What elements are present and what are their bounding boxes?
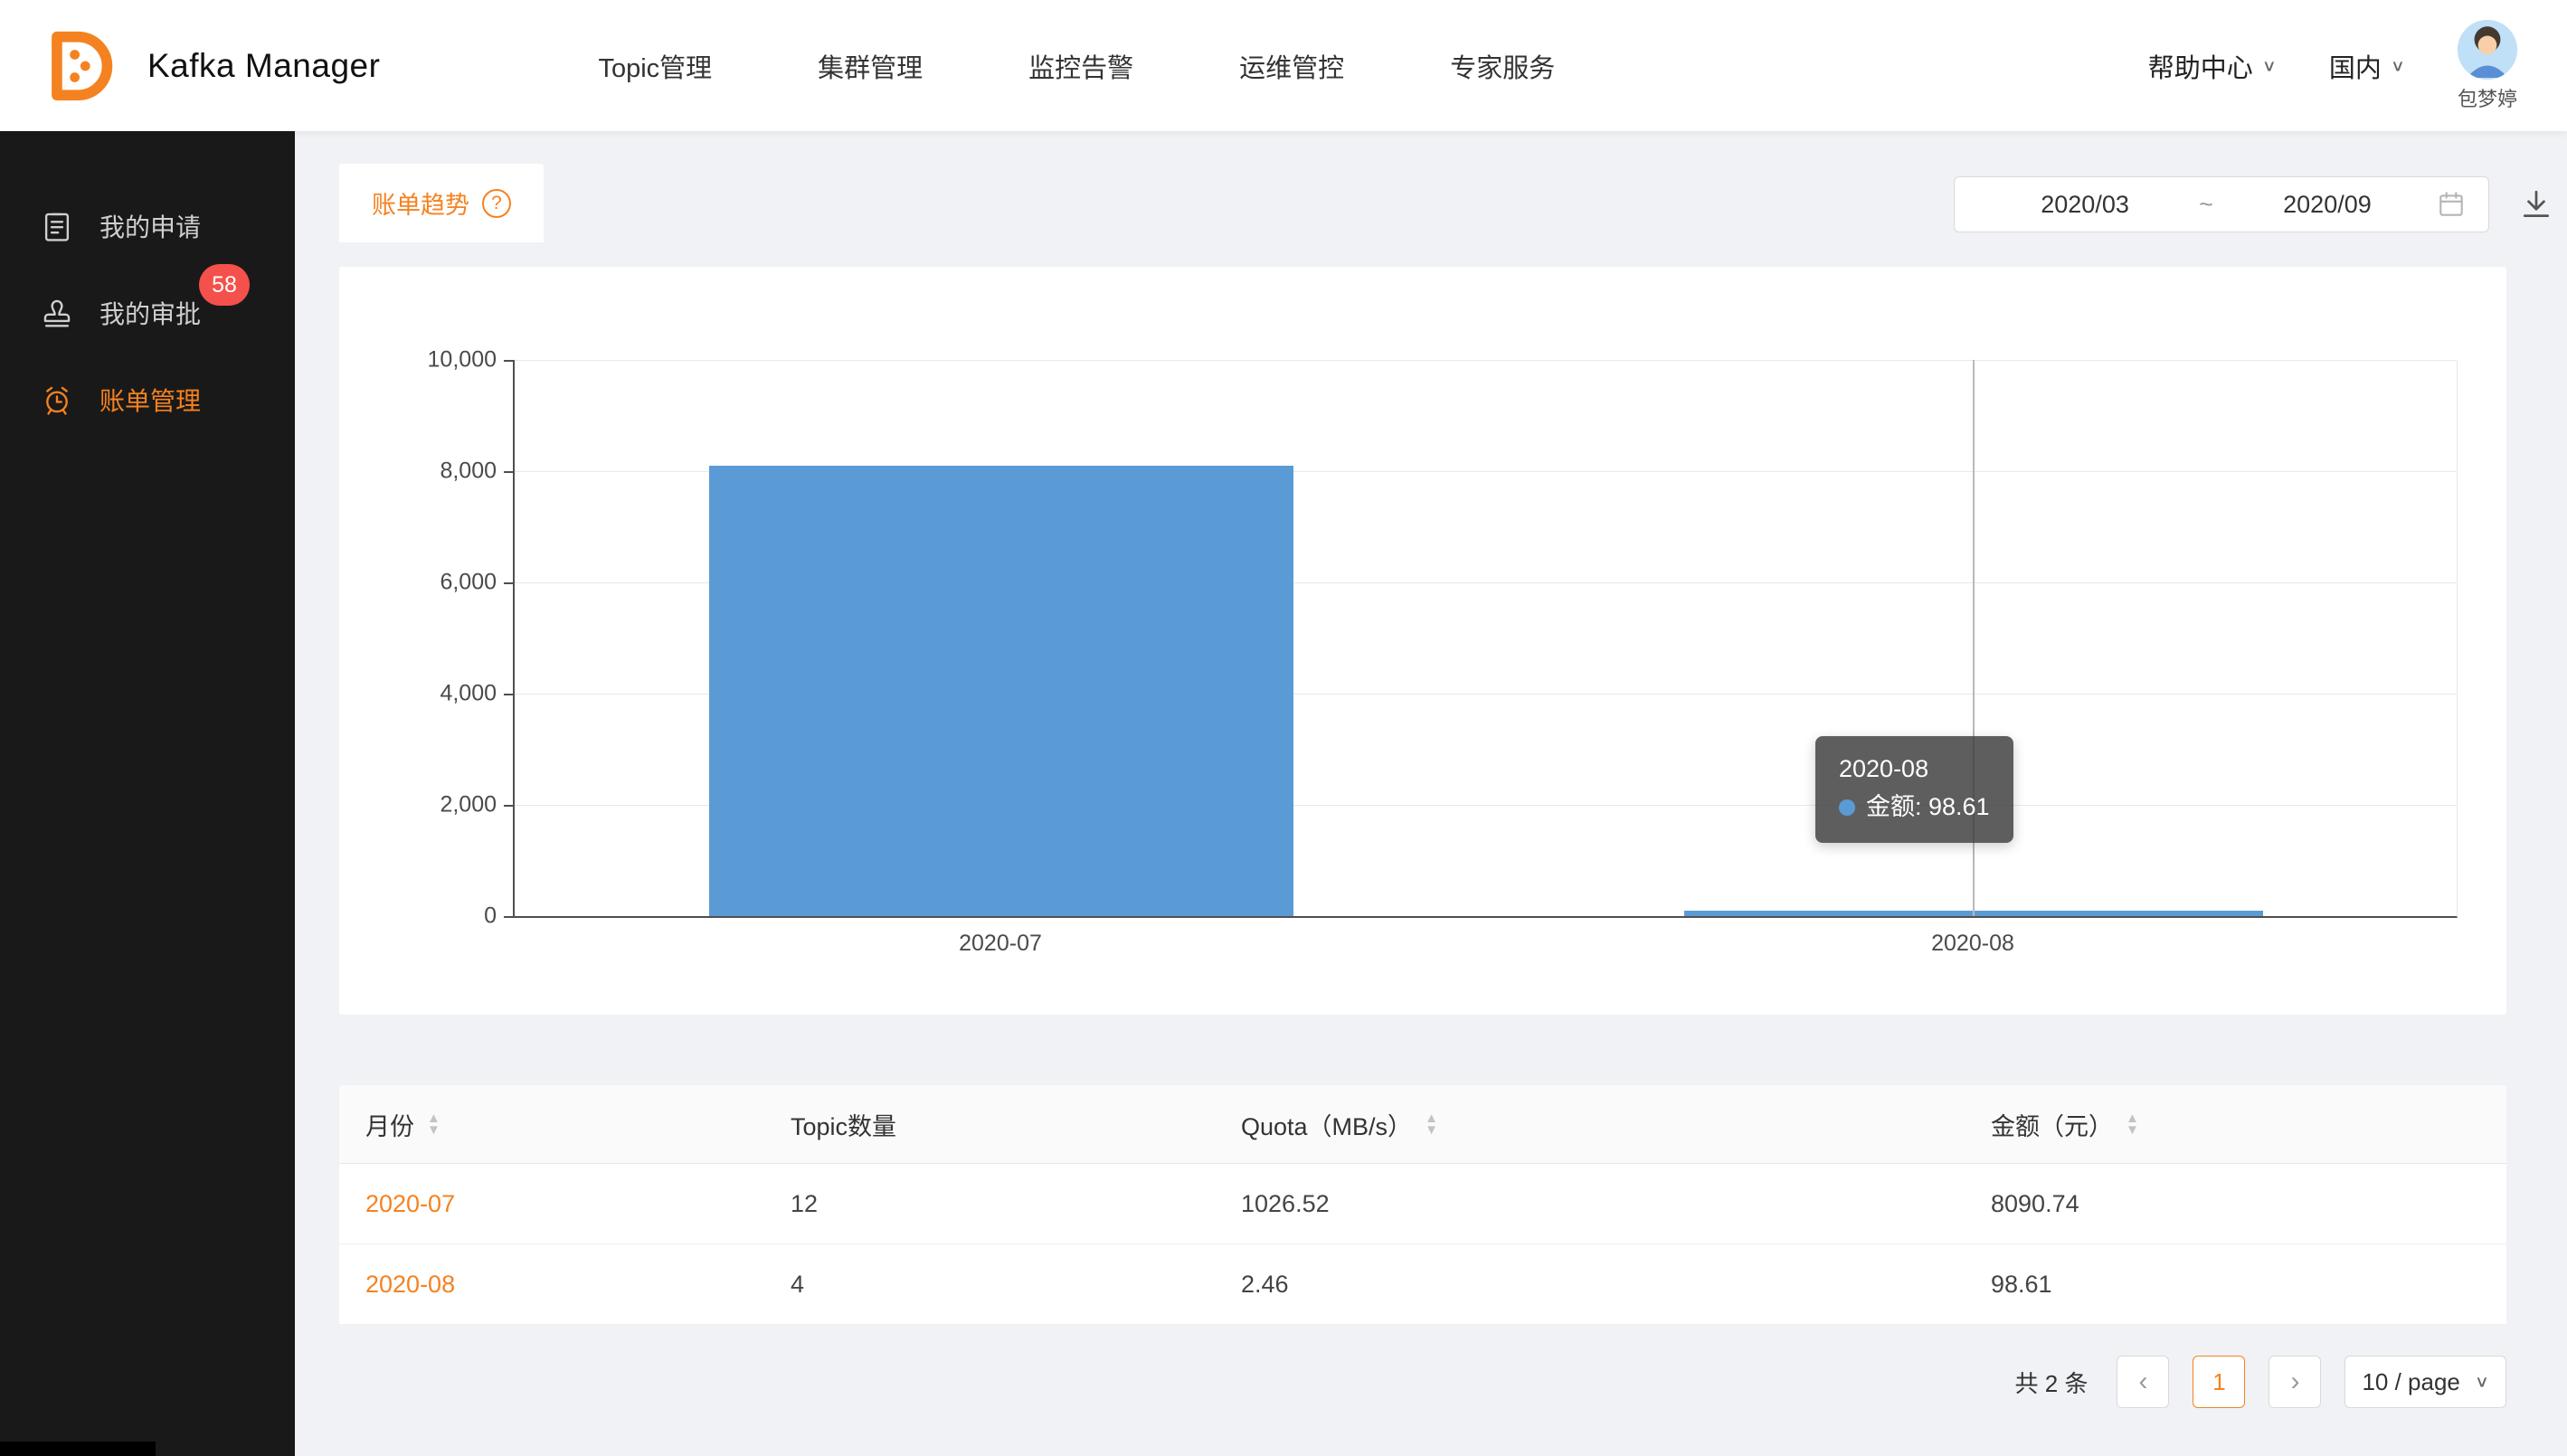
topic-count-cell: 4 bbox=[791, 1271, 1241, 1299]
sidebar-item-my-applications[interactable]: 我的申请 bbox=[0, 183, 295, 269]
y-axis-tick bbox=[504, 471, 513, 473]
top-nav-menu: Topic管理 集群管理 监控告警 运维管控 专家服务 bbox=[592, 38, 1560, 94]
sidebar-item-label: 我的审批 bbox=[99, 295, 201, 331]
download-icon[interactable] bbox=[2516, 184, 2556, 224]
sidebar-collapse-handle[interactable] bbox=[0, 1442, 156, 1456]
app-title: Kafka Manager bbox=[147, 47, 380, 85]
nav-item-ops-control[interactable]: 运维管控 bbox=[1234, 38, 1350, 94]
navbar-right: 帮助中心 ∨ 国内 ∨ 包梦婷 bbox=[2148, 20, 2517, 112]
y-axis-label: 0 bbox=[484, 903, 497, 930]
sidebar-item-label: 账单管理 bbox=[99, 382, 201, 418]
chart-tooltip: 2020-08 金额: 98.61 bbox=[1815, 736, 2013, 843]
tooltip-value: 金额: 98.61 bbox=[1866, 789, 1990, 827]
x-axis-label: 2020-08 bbox=[1931, 931, 2014, 957]
amount-cell: 8090.74 bbox=[1991, 1190, 2480, 1218]
alarm-bell-icon bbox=[38, 381, 76, 419]
help-center-menu[interactable]: 帮助中心 ∨ bbox=[2148, 47, 2277, 85]
calendar-icon bbox=[2436, 189, 2467, 220]
approval-count-badge: 58 bbox=[199, 264, 250, 306]
chevron-down-icon: ∨ bbox=[2262, 56, 2277, 75]
sort-toggle[interactable]: ▲ ▼ bbox=[1425, 1112, 1438, 1136]
tab-bill-trend[interactable]: 账单趋势 ? bbox=[339, 164, 544, 242]
column-label: 金额（元） bbox=[1991, 1107, 2113, 1142]
kafka-manager-logo-icon bbox=[41, 27, 118, 105]
table-header-row: 月份 ▲ ▼ Topic数量 Quota（MB/s） ▲ ▼ bbox=[339, 1085, 2506, 1164]
sort-toggle[interactable]: ▲ ▼ bbox=[2126, 1112, 2139, 1136]
sidebar-item-label: 我的申请 bbox=[99, 208, 201, 244]
date-separator: ~ bbox=[2193, 191, 2219, 219]
bar-chart: 10,000 8,000 6,000 4,000 2,000 0 2020-08… bbox=[513, 360, 2458, 918]
chevron-down-icon: ∨ bbox=[2391, 56, 2405, 75]
nav-item-monitor-alert[interactable]: 监控告警 bbox=[1023, 38, 1139, 94]
user-name: 包梦婷 bbox=[2458, 83, 2517, 112]
gridline bbox=[515, 360, 2457, 361]
date-start-input[interactable]: 2020/03 bbox=[1976, 191, 2193, 219]
tab-label: 账单趋势 bbox=[372, 185, 469, 221]
sidebar: 我的申请 我的审批 58 账单管理 bbox=[0, 131, 295, 1456]
table-row: 2020-08 4 2.46 98.61 bbox=[339, 1244, 2506, 1325]
nav-item-expert-service[interactable]: 专家服务 bbox=[1445, 38, 1560, 94]
x-axis-label: 2020-07 bbox=[959, 931, 1042, 957]
help-center-label: 帮助中心 bbox=[2148, 47, 2253, 85]
amount-cell: 98.61 bbox=[1991, 1271, 2480, 1299]
y-axis-label: 2,000 bbox=[440, 792, 497, 818]
topic-count-cell: 12 bbox=[791, 1190, 1241, 1218]
y-axis-label: 6,000 bbox=[440, 570, 497, 596]
y-axis-label: 8,000 bbox=[440, 459, 497, 485]
nav-item-topic-manage[interactable]: Topic管理 bbox=[592, 38, 717, 94]
y-axis-tick bbox=[504, 694, 513, 695]
y-axis-tick bbox=[504, 916, 513, 918]
chevron-down-icon: ∨ bbox=[2475, 1373, 2489, 1392]
toolbar: 账单趋势 ? 2020/03 ~ 2020/09 bbox=[339, 164, 2556, 242]
column-header-topic-count: Topic数量 bbox=[791, 1107, 1241, 1142]
nav-item-cluster-manage[interactable]: 集群管理 bbox=[812, 38, 928, 94]
bar-2020-07[interactable] bbox=[709, 466, 1293, 916]
billing-table: 月份 ▲ ▼ Topic数量 Quota（MB/s） ▲ ▼ bbox=[339, 1085, 2506, 1325]
user-menu[interactable]: 包梦婷 bbox=[2458, 20, 2517, 112]
sidebar-item-bill-manage[interactable]: 账单管理 bbox=[0, 356, 295, 443]
date-range-picker[interactable]: 2020/03 ~ 2020/09 bbox=[1954, 176, 2489, 232]
month-link[interactable]: 2020-07 bbox=[365, 1190, 791, 1218]
column-header-month: 月份 ▲ ▼ bbox=[365, 1107, 791, 1142]
y-axis-tick bbox=[504, 582, 513, 584]
caret-down-icon: ▼ bbox=[2126, 1124, 2139, 1136]
column-header-quota: Quota（MB/s） ▲ ▼ bbox=[1241, 1107, 1991, 1142]
sort-toggle[interactable]: ▲ ▼ bbox=[427, 1112, 440, 1136]
question-circle-icon[interactable]: ? bbox=[482, 189, 511, 218]
sidebar-item-my-approvals[interactable]: 我的审批 58 bbox=[0, 269, 295, 356]
top-navbar: Kafka Manager Topic管理 集群管理 监控告警 运维管控 专家服… bbox=[0, 0, 2567, 131]
table-row: 2020-07 12 1026.52 8090.74 bbox=[339, 1164, 2506, 1244]
caret-down-icon: ▼ bbox=[1425, 1124, 1438, 1136]
chart-card: 10,000 8,000 6,000 4,000 2,000 0 2020-08… bbox=[339, 267, 2506, 1015]
column-label: Quota（MB/s） bbox=[1241, 1107, 1412, 1142]
region-label: 国内 bbox=[2329, 47, 2382, 85]
next-page-button[interactable]: › bbox=[2269, 1356, 2321, 1408]
prev-page-button[interactable]: ‹ bbox=[2117, 1356, 2169, 1408]
main-content: 账单趋势 ? 2020/03 ~ 2020/09 bbox=[295, 131, 2567, 1456]
region-selector[interactable]: 国内 ∨ bbox=[2329, 47, 2405, 85]
y-axis-tick bbox=[504, 805, 513, 807]
y-axis-label: 10,000 bbox=[428, 347, 497, 373]
column-label: 月份 bbox=[365, 1107, 414, 1142]
pagination-total: 共 2 条 bbox=[2015, 1366, 2089, 1399]
quota-cell: 1026.52 bbox=[1241, 1190, 1991, 1218]
page-size-value: 10 / page bbox=[2362, 1368, 2459, 1396]
pagination: 共 2 条 ‹ 1 › 10 / page ∨ bbox=[339, 1356, 2506, 1408]
tooltip-title: 2020-08 bbox=[1839, 751, 1990, 789]
y-axis-label: 4,000 bbox=[440, 681, 497, 707]
column-header-amount: 金额（元） ▲ ▼ bbox=[1991, 1107, 2480, 1142]
avatar[interactable] bbox=[2458, 20, 2517, 80]
caret-down-icon: ▼ bbox=[427, 1124, 440, 1136]
toolbar-right: 2020/03 ~ 2020/09 bbox=[1954, 176, 2556, 232]
stamp-icon bbox=[38, 294, 76, 332]
clipboard-icon bbox=[38, 207, 76, 245]
y-axis-tick bbox=[504, 360, 513, 362]
series-dot-icon bbox=[1839, 799, 1855, 816]
page-size-select[interactable]: 10 / page ∨ bbox=[2344, 1356, 2506, 1408]
quota-cell: 2.46 bbox=[1241, 1271, 1991, 1299]
month-link[interactable]: 2020-08 bbox=[365, 1271, 791, 1299]
date-end-input[interactable]: 2020/09 bbox=[2219, 191, 2436, 219]
page-1-button[interactable]: 1 bbox=[2193, 1356, 2245, 1408]
column-label: Topic数量 bbox=[791, 1107, 896, 1142]
